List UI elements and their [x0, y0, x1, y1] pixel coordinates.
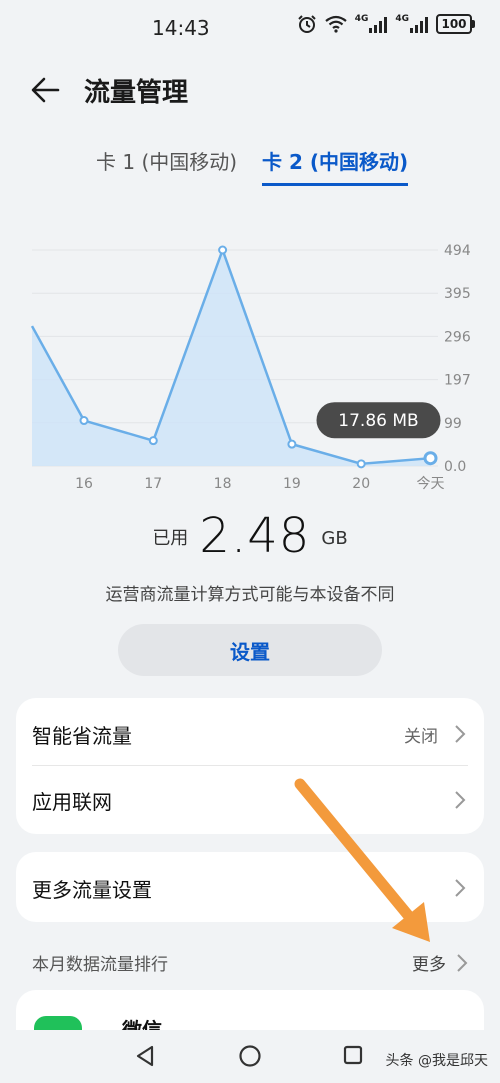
- x-tick-label: 20: [352, 476, 370, 492]
- back-button[interactable]: [28, 74, 64, 106]
- usage-summary: 已用 2.48 GB: [0, 508, 500, 572]
- y-tick-label: 296: [444, 329, 471, 345]
- x-tick-label: 16: [75, 476, 93, 492]
- app-name: 微信: [122, 1018, 162, 1030]
- network-type-1: 4G: [354, 14, 369, 24]
- ranking-header: 本月数据流量排行 更多: [32, 950, 468, 975]
- wifi-icon: [325, 15, 347, 33]
- more-data-settings-label: 更多流量设置: [32, 878, 152, 902]
- x-tick-label: 17: [144, 476, 162, 492]
- disclaimer-text: 运营商流量计算方式可能与本设备不同: [105, 585, 395, 605]
- header: 流量管理: [0, 62, 500, 118]
- x-tick-label: 19: [283, 476, 301, 492]
- data-point: [218, 245, 228, 255]
- usage-chart-svg: 494 395 296 197 99 0.0 16 17 18 19 20 今天 17.86 MB: [30, 243, 471, 492]
- sim-tabs: 卡 1 (中国移动) 卡 2 (中国移动): [0, 146, 500, 190]
- ranking-more-link[interactable]: 更多: [412, 950, 446, 975]
- chevron-right-icon: [455, 791, 466, 809]
- smart-data-saver-value: 关闭: [404, 727, 438, 747]
- list-item[interactable]: 微信: [16, 990, 484, 1030]
- smart-data-saver-row[interactable]: 智能省流量 关闭: [16, 700, 484, 766]
- data-point: [148, 436, 158, 446]
- data-point: [287, 439, 297, 449]
- data-point: [423, 451, 438, 466]
- y-tick-label: 0.0: [444, 459, 466, 475]
- status-time: 14:43: [152, 16, 210, 40]
- chevron-right-icon[interactable]: [456, 953, 468, 973]
- chevron-right-icon: [455, 725, 466, 743]
- x-tick-label: 18: [214, 476, 232, 492]
- alarm-icon: [297, 15, 316, 33]
- y-tick-label: 197: [444, 373, 471, 389]
- usage-chart: 494 395 296 197 99 0.0 16 17 18 19 20 今天 17.86 MB: [0, 228, 500, 498]
- battery-icon: 100: [436, 14, 475, 34]
- back-arrow-icon: [31, 77, 60, 103]
- app-ranking-card: 微信: [16, 990, 484, 1030]
- smart-data-saver-label: 智能省流量: [32, 724, 132, 748]
- data-point: [356, 459, 366, 469]
- signal-icon: [410, 17, 428, 33]
- watermark: 头条 @我是邱天: [385, 1053, 488, 1069]
- signal-icon: [369, 17, 388, 33]
- recents-square-icon[interactable]: [342, 1044, 364, 1066]
- app-network-label: 应用联网: [32, 790, 112, 814]
- y-tick-label: 395: [444, 286, 471, 302]
- y-tick-label: 99: [444, 416, 462, 432]
- home-circle-icon[interactable]: [238, 1044, 262, 1068]
- y-tick-label: 494: [444, 243, 471, 259]
- wechat-icon: [34, 1016, 82, 1030]
- network-type-2: 4G: [395, 14, 409, 24]
- annotation-arrow-icon: [294, 778, 430, 942]
- usage-unit: GB: [321, 528, 348, 549]
- data-point: [79, 416, 89, 426]
- navigation-bar: 头条 @我是邱天: [0, 1030, 500, 1083]
- x-tick-label: 今天: [417, 476, 445, 492]
- settings-button[interactable]: 设置: [118, 624, 382, 676]
- chevron-right-icon: [455, 879, 466, 897]
- page-title: 流量管理: [84, 78, 189, 108]
- usage-prefix: 已用: [152, 528, 189, 549]
- status-bar: 14:43 4G 4G 100: [0, 0, 500, 56]
- ranking-title: 本月数据流量排行: [32, 955, 168, 975]
- tab-sim-2[interactable]: 卡 2 (中国移动): [262, 146, 409, 186]
- tab-sim-1[interactable]: 卡 1 (中国移动): [96, 146, 237, 183]
- usage-value: 2.48: [199, 508, 311, 564]
- tooltip-label: 17.86 MB: [338, 411, 418, 431]
- back-triangle-icon[interactable]: [134, 1044, 156, 1068]
- status-icons: 4G 4G 100: [297, 14, 475, 34]
